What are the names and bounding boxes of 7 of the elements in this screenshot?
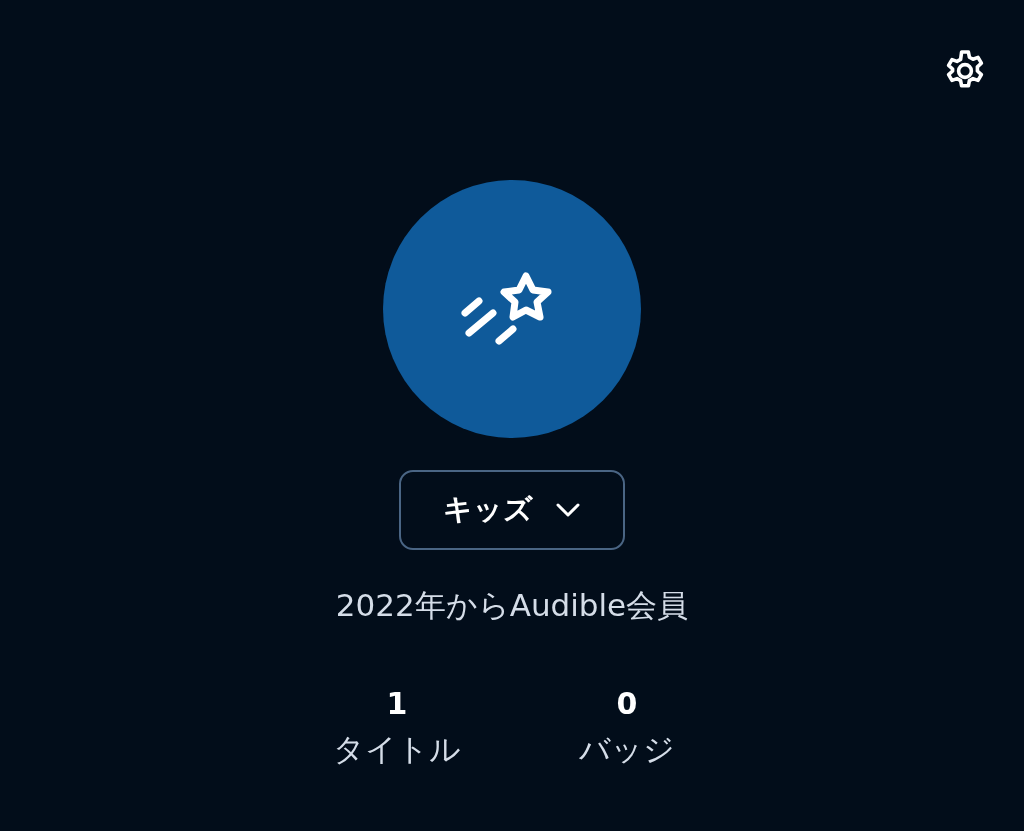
stat-value: 1	[386, 684, 408, 722]
stat-label: タイトル	[333, 730, 461, 769]
stat-value: 0	[616, 684, 638, 722]
member-since-text: 2022年からAudible会員	[335, 586, 689, 625]
profile-dropdown[interactable]: キッズ	[399, 470, 625, 550]
chevron-down-icon	[555, 502, 581, 518]
stat-label: バッジ	[579, 730, 675, 769]
